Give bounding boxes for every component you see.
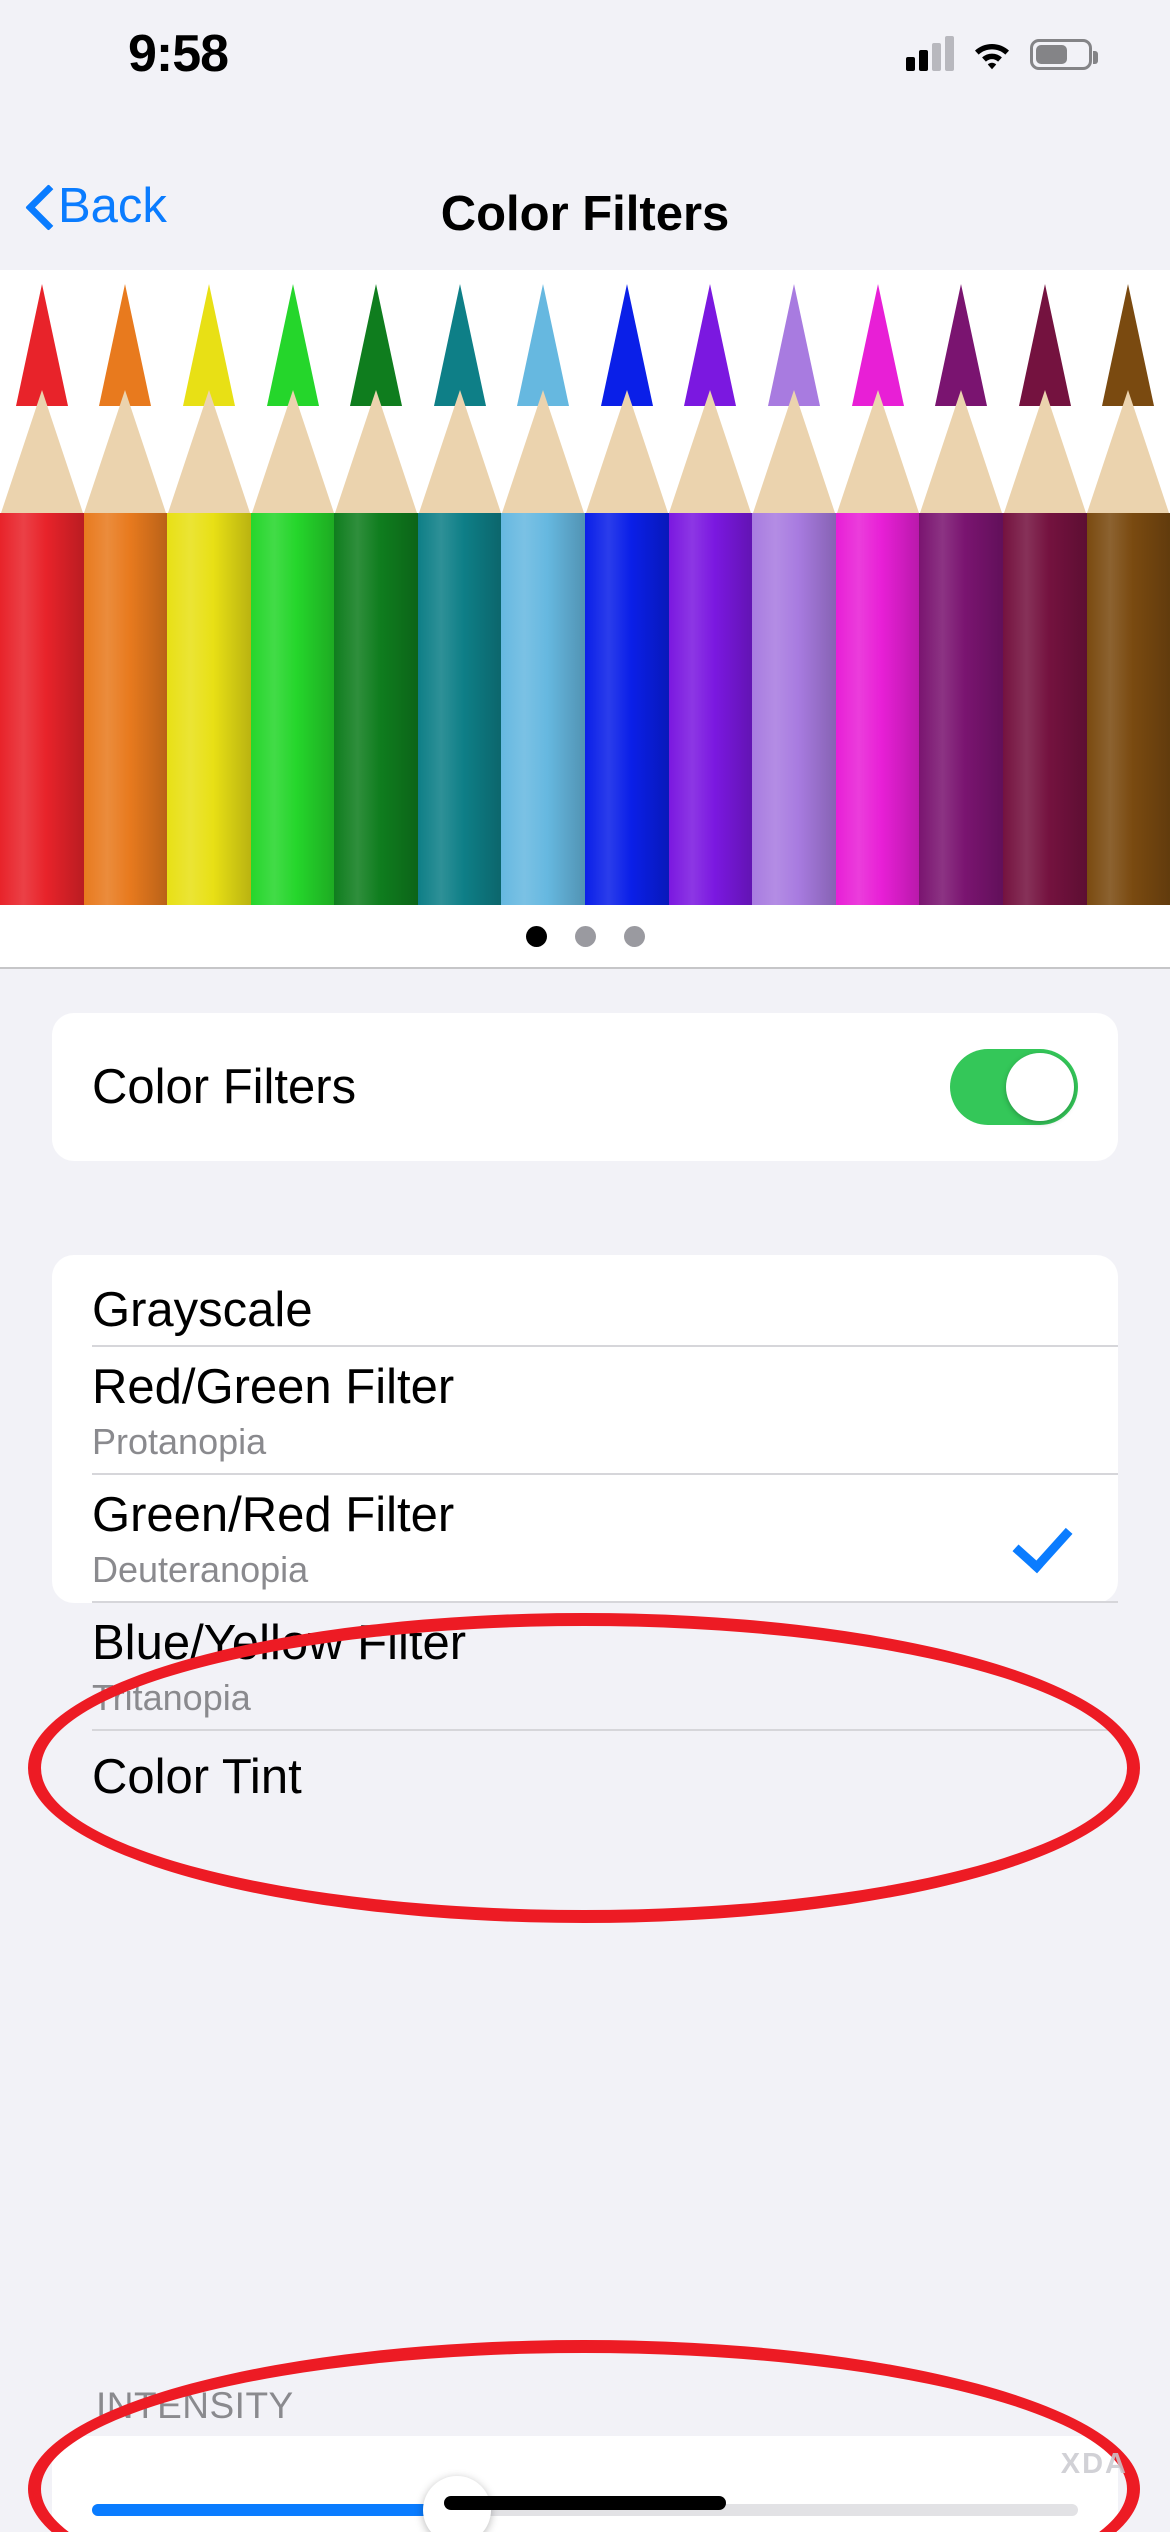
filter-option-subtitle: Deuteranopia — [92, 1549, 309, 1590]
pencil-wood — [417, 390, 502, 515]
pencil — [250, 270, 335, 905]
pencil-body — [334, 513, 418, 905]
pencil-tip — [418, 284, 502, 406]
filter-option-title: Red/Green Filter — [92, 1360, 455, 1414]
pencil-body — [752, 513, 836, 905]
pencil-tip — [251, 284, 335, 406]
filter-option-title: Grayscale — [92, 1283, 313, 1337]
hero-divider — [0, 967, 1170, 969]
pencil-wood — [752, 390, 836, 515]
pencil-body — [417, 513, 502, 905]
filter-option-row[interactable]: Color Tint — [52, 1731, 1118, 1823]
pencil-tip — [585, 284, 669, 406]
color-filters-toggle-group: Color Filters — [52, 1013, 1118, 1161]
intensity-section-header: INTENSITY — [96, 2385, 294, 2426]
color-filters-toggle-row[interactable]: Color Filters — [52, 1013, 1118, 1161]
status-icons — [906, 30, 1098, 78]
pencil-body — [1086, 513, 1170, 905]
pencil-body — [167, 513, 251, 905]
page-dot[interactable] — [525, 925, 547, 947]
filter-option-subtitle: Tritanopia — [92, 1677, 251, 1718]
pencil-wood — [1086, 390, 1170, 515]
pencil — [334, 270, 418, 905]
filter-option-title: Blue/Yellow Filter — [92, 1616, 467, 1670]
color-filter-preview-image[interactable] — [0, 270, 1170, 905]
pencil-wood — [0, 390, 84, 515]
filter-option-row[interactable]: Grayscale — [52, 1255, 1118, 1347]
color-filters-toggle-label: Color Filters — [92, 1060, 357, 1114]
battery-icon — [1030, 38, 1098, 70]
color-filters-switch[interactable] — [950, 1049, 1078, 1125]
pencil — [585, 270, 669, 905]
pencil-tip — [1087, 284, 1170, 406]
pencil — [417, 270, 502, 905]
switch-knob — [1006, 1053, 1074, 1121]
filter-option-row[interactable]: Green/Red Filter Deuteranopia — [52, 1475, 1118, 1603]
pencil — [668, 270, 753, 905]
pencil-body — [835, 513, 920, 905]
filter-option-subtitle: Protanopia — [92, 1421, 267, 1462]
pencil — [83, 270, 168, 905]
pencil — [919, 270, 1003, 905]
filter-options-group: Grayscale Red/Green Filter Protanopia Green… — [52, 1255, 1118, 1804]
pencil-body — [250, 513, 335, 905]
pencil-wood — [167, 390, 251, 515]
home-indicator[interactable] — [444, 2496, 726, 2510]
pencil-body — [1002, 513, 1087, 905]
page-indicator[interactable] — [0, 905, 1170, 967]
filter-option-title: Color Tint — [92, 1750, 302, 1804]
pencil-body — [501, 513, 586, 905]
navigation-bar: Back Color Filters — [0, 108, 1170, 270]
filter-option-row[interactable]: Blue/Yellow Filter Tritanopia — [52, 1603, 1118, 1731]
pencil-wood — [835, 390, 920, 515]
pencil-wood — [919, 390, 1003, 515]
pencil-tip — [752, 284, 836, 406]
pencil-wood — [83, 390, 168, 515]
pencil-tip — [919, 284, 1003, 406]
pencil-wood — [1002, 390, 1087, 515]
pencil-tip — [669, 284, 753, 406]
pencil-wood — [501, 390, 586, 515]
pencil-body — [919, 513, 1003, 905]
pencil-wood — [668, 390, 753, 515]
pencil-tip — [836, 284, 920, 406]
status-time: 9:58 — [128, 25, 229, 83]
pencil-wood — [585, 390, 669, 515]
pencil — [1086, 270, 1170, 905]
pencil — [752, 270, 836, 905]
checkmark-icon — [1016, 1512, 1070, 1566]
pencil-wood — [334, 390, 418, 515]
pencil — [835, 270, 920, 905]
pencil — [0, 270, 84, 905]
pencil-body — [0, 513, 84, 905]
pencil-body — [585, 513, 669, 905]
page-dot[interactable] — [623, 925, 645, 947]
filter-option-row[interactable]: Red/Green Filter Protanopia — [52, 1347, 1118, 1475]
iphone-screen: 9:58 Back Color Filters Color Filters Gr… — [0, 0, 1170, 2532]
pencil-tip — [167, 284, 251, 406]
pencil-tip — [501, 284, 585, 406]
pencil-body — [83, 513, 168, 905]
pencil-tip — [334, 284, 418, 406]
slider-fill — [92, 2504, 457, 2516]
watermark: XDA — [1060, 2448, 1128, 2480]
status-bar: 9:58 — [0, 0, 1170, 108]
pencil-wood — [250, 390, 335, 515]
filter-option-title: Green/Red Filter — [92, 1488, 455, 1542]
page-dot[interactable] — [574, 925, 596, 947]
cellular-signal-icon — [906, 36, 954, 71]
pencil-tip — [0, 284, 84, 406]
wifi-icon — [970, 37, 1014, 71]
pencil-tip — [84, 284, 168, 406]
pencil — [1002, 270, 1087, 905]
pencil — [167, 270, 251, 905]
intensity-group — [52, 2436, 1118, 2532]
page-title: Color Filters — [440, 187, 730, 241]
pencil-body — [668, 513, 753, 905]
pencil — [501, 270, 586, 905]
pencil-tip — [1003, 284, 1087, 406]
